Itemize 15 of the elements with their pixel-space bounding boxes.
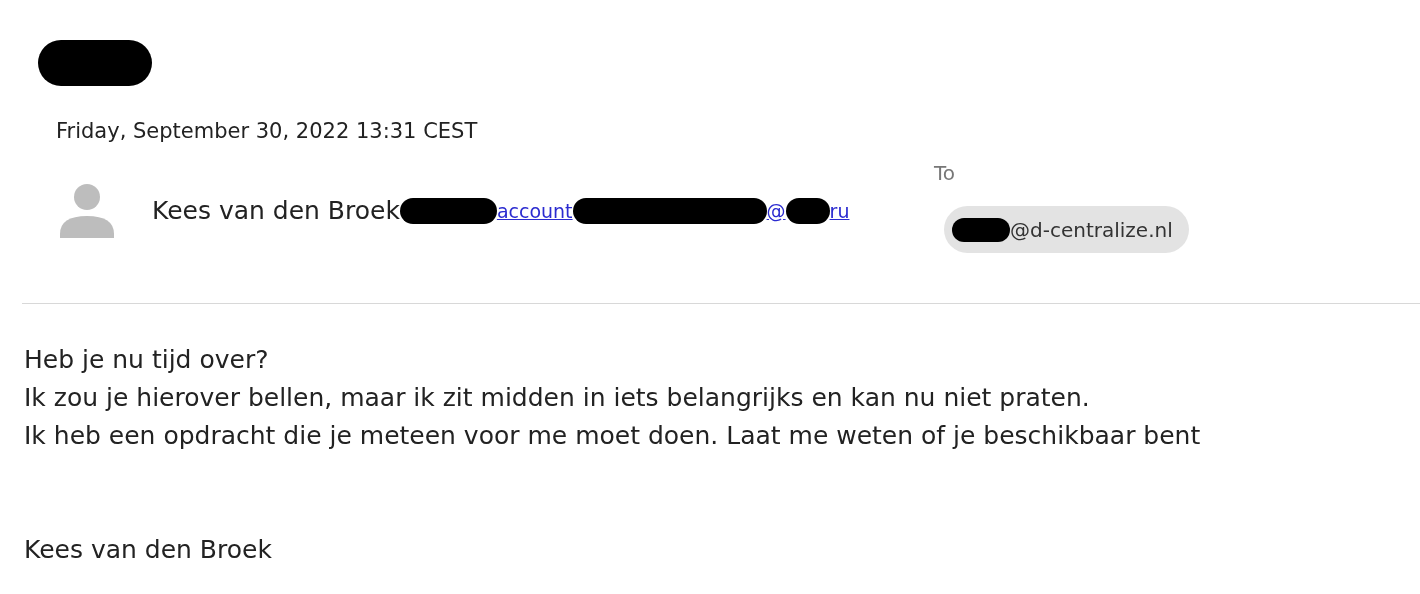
recipient-address: @d-centralize.nl [1010, 216, 1173, 244]
redaction-mark [785, 198, 830, 224]
body-line: Ik zou je hierover bellen, maar ik zit midden in iets belangrijks en kan nu niet praten. [24, 382, 1090, 414]
email-link[interactable]: @ [766, 196, 786, 226]
recipient-chip[interactable]: @d-centralize.nl [944, 206, 1189, 253]
to-label: To [934, 160, 956, 187]
avatar-icon [60, 184, 114, 238]
email-link[interactable]: account [496, 196, 573, 226]
body-line: Heb je nu tijd over? [24, 344, 269, 376]
signature: Kees van den Broek [24, 534, 272, 566]
sender-name: Kees van den Broek [152, 195, 400, 227]
body-line: Ik heb een opdracht die je meteen voor me moet doen. Laat me weten of je beschikbaar bent [24, 420, 1201, 452]
redaction-mark [952, 217, 1010, 242]
email-date: Friday, September 30, 2022 13:31 CEST [56, 118, 478, 145]
email-link[interactable]: ru [829, 196, 850, 226]
